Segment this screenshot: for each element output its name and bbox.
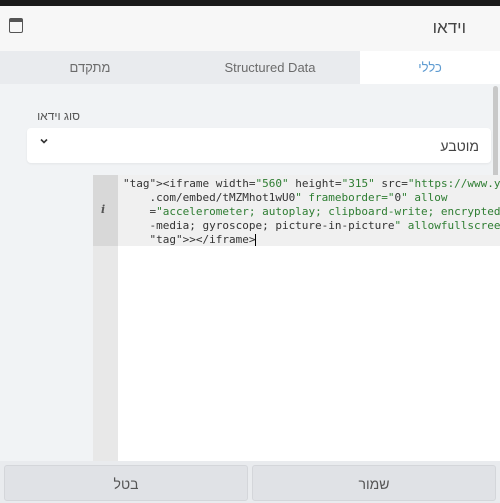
code-line-3: ="accelerometer; autoplay; clipboard-wri… — [123, 205, 500, 218]
tab-structured-data[interactable]: Structured Data — [180, 51, 360, 84]
dialog-footer: שמור בטל — [0, 461, 500, 503]
dialog-header: וידאו — [0, 6, 500, 52]
code-line-5: "tag">></iframe> — [149, 233, 256, 246]
code-content[interactable]: "tag"><iframe width="560" height="315" s… — [123, 177, 500, 247]
gutter-info-marker: i — [93, 175, 118, 246]
tab-general[interactable]: כללי — [360, 51, 500, 84]
text-cursor — [255, 234, 257, 246]
chevron-down-icon — [39, 136, 49, 149]
window-icon[interactable] — [9, 18, 23, 33]
save-button[interactable]: שמור — [252, 465, 496, 501]
code-line-1: "tag"><iframe width="560" height="315" s… — [123, 177, 500, 190]
tab-advanced[interactable]: מתקדם — [0, 51, 180, 84]
code-editor[interactable]: i "tag"><iframe width="560" height="315"… — [93, 175, 500, 462]
code-line-4: -media; gyroscope; picture-in-picture" a… — [123, 219, 500, 232]
code-line-2: .com/embed/tMZMhot1wU0" frameborder="0" … — [123, 191, 448, 204]
info-icon: i — [101, 203, 106, 216]
video-type-value: מוטבע — [440, 138, 479, 154]
dialog-title: וידאו — [432, 18, 466, 37]
video-type-label: סוג וידאו — [37, 109, 80, 123]
tab-bar: כללי Structured Data מתקדם — [0, 51, 500, 84]
video-type-select[interactable]: מוטבע — [27, 128, 491, 163]
cancel-button[interactable]: בטל — [4, 465, 248, 501]
